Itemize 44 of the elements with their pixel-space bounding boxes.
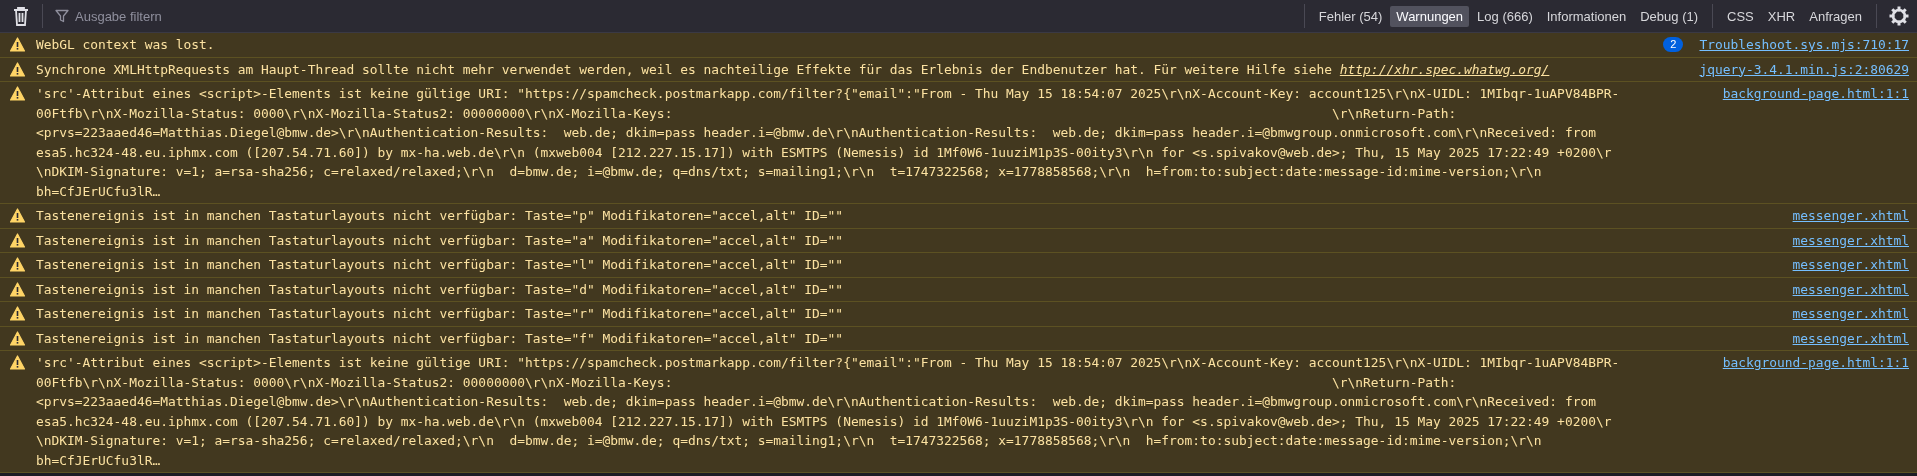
filter-toggle[interactable]: Fehler (54) — [1312, 5, 1389, 27]
warning-icon — [10, 37, 25, 52]
log-message: Tastenereignis ist in manchen Tastaturlayouts nicht verfügbar: Taste="p" Modifikatoren="accel,alt" ID="" — [36, 207, 845, 225]
warning-icon — [10, 306, 25, 321]
source-link[interactable]: messenger.xhtml — [1792, 328, 1909, 348]
warning-icon — [10, 257, 25, 272]
warning-icon — [10, 330, 25, 346]
warning-icon — [10, 355, 25, 370]
filter-toggle[interactable]: CSS — [1721, 5, 1760, 27]
log-message: Tastenereignis ist in manchen Tastaturlayouts nicht verfügbar: Taste="l" Modifikatoren="accel,alt" ID="" — [36, 256, 845, 274]
source-link[interactable]: messenger.xhtml — [1792, 206, 1909, 226]
log-message: Tastenereignis ist in manchen Tastaturlayouts nicht verfügbar: Taste="a" Modifikatoren="accel,alt" ID="" — [36, 231, 845, 250]
log-message: Tastenereignis ist in manchen Tastaturlayouts nicht verfügbar: Taste="f" Modifikatoren="accel,alt" ID="" — [36, 329, 845, 348]
filter-icon — [55, 9, 69, 23]
source-link[interactable]: Troubleshoot.sys.mjs:710:17 — [1699, 35, 1909, 55]
filter-input[interactable]: Ausgabe filtern — [73, 7, 1292, 25]
log-message: 'src'-Attribut eines <script>-Elements ist keine gültige URI: "https://spamcheck.postmarkapp.com/filter?{"email":"From - Thu May 15 18:54:07 2025\r\nX-Account-Key: account125\r\nX-UIDL: 1MIbqr-1uAPV84BPR- 00Ftfb\r\nX-Mozilla-Status: 0000\r\nX-Mozilla-Status2: 00000000\r\nX-Mozilla-Keys: \r\nReturn-Path: <prvs=223aaed46=Matthias.Diegel@bmw.de>\r\nAuthentication-Results: web.de; dkim=pass header.i=@bmw.de\r\nAuthentication-Results: web.de; dkim=pass header.i=@bmwgroup.onmicrosoft.com\r\nReceived: from esa5.hc324-48.eu.iphmx.com ([207.54.71.60]) by mx-ha.web.de\r\n (mxweb004 [212.227.15.17]) with ESMTPS (Nemesis) id 1Mf0W6-1uuziM1p3S-00ity3\r\n for <s.spivakov@web.de>; Thu, 15 May 2025 17:22:49 +0200\r \nDKIM-Signature: v=1; a=rsa-sha256; c=relaxed/relaxed;\r\n d=bmw.de; i=@bmw.de; q=dns/txt; s=mailing1;\r\n t=1747322568; x=1778858568;\r\n h=from:to:subject:date:message-id:mime-version;\r\n bh=CfJErUCfu3lR… — [36, 354, 1621, 470]
help-link[interactable]: http://xhr.spec.whatwg.org/ — [1339, 61, 1550, 77]
source-link[interactable]: messenger.xhtml — [1792, 279, 1909, 299]
filter-toggle[interactable]: Log (666) — [1471, 5, 1539, 27]
log-message: WebGL context was lost. — [36, 36, 216, 54]
filter-toggle[interactable]: Anfragen — [1803, 5, 1868, 27]
filter-toggle[interactable]: Debug (1) — [1634, 5, 1705, 27]
warning-icon — [10, 232, 25, 248]
warning-icon — [10, 281, 25, 297]
source-link[interactable]: messenger.xhtml — [1792, 255, 1909, 275]
log-message: Tastenereignis ist in manchen Tastaturlayouts nicht verfügbar: Taste="d" Modifikatoren="accel,alt" ID="" — [36, 280, 845, 299]
log-message: Tastenereignis ist in manchen Tastaturlayouts nicht verfügbar: Taste="r" Modifikatoren="accel,alt" ID="" — [36, 305, 845, 323]
warning-icon — [10, 208, 25, 223]
log-message: 'src'-Attribut eines <script>-Elements ist keine gültige URI: "https://spamcheck.postmarkapp.com/filter?{"email":"From - Thu May 15 18:54:07 2025\r\nX-Account-Key: account125\r\nX-UIDL: 1MIbqr-1uAPV84BPR- 00Ftfb\r\nX-Mozilla-Status: 0000\r\nX-Mozilla-Status2: 00000000\r\nX-Mozilla-Keys: \r\nReturn-Path: <prvs=223aaed46=Matthias.Diegel@bmw.de>\r\nAuthentication-Results: web.de; dkim=pass header.i=@bmw.de\r\nAuthentication-Results: web.de; dkim=pass header.i=@bmwgroup.onmicrosoft.com\r\nReceived: from esa5.hc324-48.eu.iphmx.com ([207.54.71.60]) by mx-ha.web.de\r\n (mxweb004 [212.227.15.17]) with ESMTPS (Nemesis) id 1Mf0W6-1uuziM1p3S-00ity3\r\n for <s.spivakov@web.de>; Thu, 15 May 2025 17:22:49 +0200\r \nDKIM-Signature: v=1; a=rsa-sha256; c=relaxed/relaxed;\r\n d=bmw.de; i=@bmw.de; q=dns/txt; s=mailing1;\r\n t=1747322568; x=1778858568;\r\n h=from:to:subject:date:message-id:mime-version;\r\n bh=CfJErUCfu3lR… — [36, 85, 1621, 201]
filter-toggle[interactable]: Warnungen — [1390, 5, 1470, 27]
filter-toggle[interactable]: Informationen — [1540, 5, 1633, 27]
source-link[interactable]: messenger.xhtml — [1792, 230, 1909, 250]
warning-icon — [10, 86, 25, 101]
source-link[interactable]: background-page.html:1:1 — [1722, 353, 1909, 373]
settings-icon — [1889, 6, 1909, 26]
filter-toggle[interactable]: XHR — [1761, 5, 1802, 27]
log-message: Synchrone XMLHttpRequests am Haupt-Thread sollte nicht mehr verwendet werden, weil es nachteilige Effekte für das Erlebnis der Endbenutzer hat. Für weitere Hilfe siehe http://xhr.spec.whatwg.org/ — [36, 60, 1551, 79]
source-link[interactable]: jquery-3.4.1.min.js:2:80629 — [1699, 59, 1909, 79]
warning-icon — [10, 61, 25, 77]
source-link[interactable]: background-page.html:1:1 — [1722, 84, 1909, 104]
source-link[interactable]: messenger.xhtml — [1792, 304, 1909, 324]
trash-icon — [12, 6, 30, 26]
repeat-count: 2 — [1663, 37, 1684, 53]
